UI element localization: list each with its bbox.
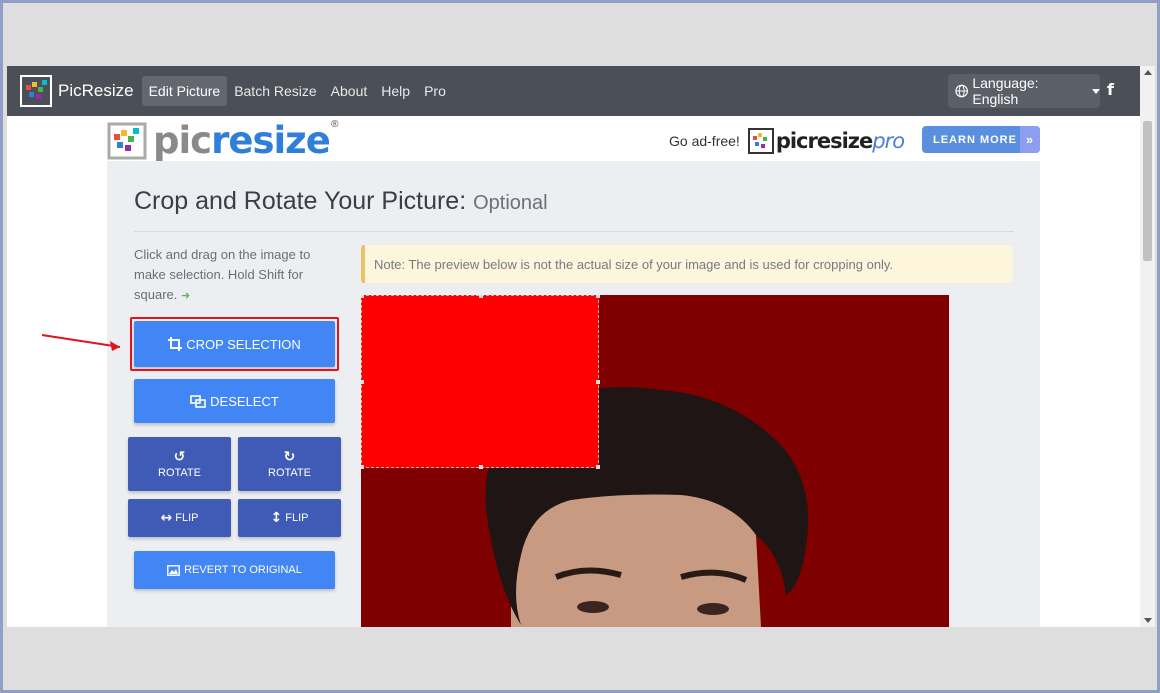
page-title: Crop and Rotate Your Picture: Optional [134,187,548,215]
selection-handle[interactable] [596,380,600,384]
brand[interactable]: PicResize [20,75,134,107]
picresize-main-logo[interactable]: picresize® [107,119,340,162]
ad-free-label: Go ad-free! [669,133,740,149]
preview-note: Note: The preview below is not the actua… [361,245,1013,283]
facebook-icon[interactable]: f [1107,80,1114,99]
image-icon [167,564,181,576]
revert-to-original-button[interactable]: REVERT TO ORIGINAL [134,551,335,589]
selection-handle[interactable] [361,380,364,384]
deselect-icon [190,394,206,408]
nav-help[interactable]: Help [374,76,417,106]
picresize-logo-mark-icon [107,122,147,159]
rotate-right-icon: ↻ [283,449,296,465]
selection-handle[interactable] [596,465,600,469]
highlight-annotation-box [130,317,339,371]
selection-handle[interactable] [596,295,600,298]
image-crop-canvas[interactable] [361,295,949,627]
rotate-left-icon: ↺ [173,449,186,465]
language-label: Language: English [972,75,1039,107]
vertical-scrollbar[interactable] [1140,66,1155,627]
nav-pro[interactable]: Pro [417,76,453,106]
brand-name: PicResize [58,81,134,100]
nav-about[interactable]: About [324,76,375,106]
optional-label: Optional [473,192,548,214]
picresize-logo-icon [20,75,52,107]
selection-handle[interactable] [479,465,483,469]
picresize-pro-mark-icon [747,128,774,154]
picresize-pro-logo[interactable]: picresize pro [747,128,905,154]
rotate-left-button[interactable]: ↺ ROTATE [128,437,231,491]
scroll-thumb[interactable] [1143,121,1152,261]
logo-wordmark: picresize® [153,119,340,162]
rotate-right-button[interactable]: ↻ ROTATE [238,437,341,491]
flip-vertical-button[interactable]: ↕ FLIP [238,499,341,537]
annotation-arrow-icon [41,334,121,351]
chevron-down-icon [1092,88,1100,94]
flip-horizontal-button[interactable]: ↔ FLIP [128,499,231,537]
nav-edit-picture[interactable]: Edit Picture [141,76,228,106]
learn-more-button[interactable]: LEARN MORE » [922,126,1040,153]
crop-selection-area[interactable] [361,295,600,469]
crop-panel: Crop and Rotate Your Picture: Optional C… [107,161,1040,627]
instructions: Click and drag on the image to make sele… [134,247,311,302]
top-navbar: PicResize Edit Picture Batch Resize Abou… [7,66,1140,116]
selection-handle[interactable] [361,465,364,469]
flip-vertical-icon: ↕ [270,510,283,526]
double-chevron-right-icon: » [1020,126,1040,153]
deselect-button[interactable]: DESELECT [134,379,335,423]
globe-icon [955,84,968,98]
selection-handle[interactable] [479,295,483,298]
flip-horizontal-icon: ↔ [160,510,173,526]
scroll-down-arrow-icon[interactable] [1144,618,1152,623]
scroll-up-arrow-icon[interactable] [1144,70,1152,75]
selection-handle[interactable] [361,295,364,298]
browser-viewport: PicResize Edit Picture Batch Resize Abou… [7,66,1155,627]
nav-batch-resize[interactable]: Batch Resize [227,76,323,106]
divider [134,231,1014,232]
ad-free-promo: Go ad-free! picresize pro [669,128,905,154]
language-dropdown[interactable]: Language: English [948,74,1100,108]
arrow-right-icon: ➜ [181,290,191,302]
